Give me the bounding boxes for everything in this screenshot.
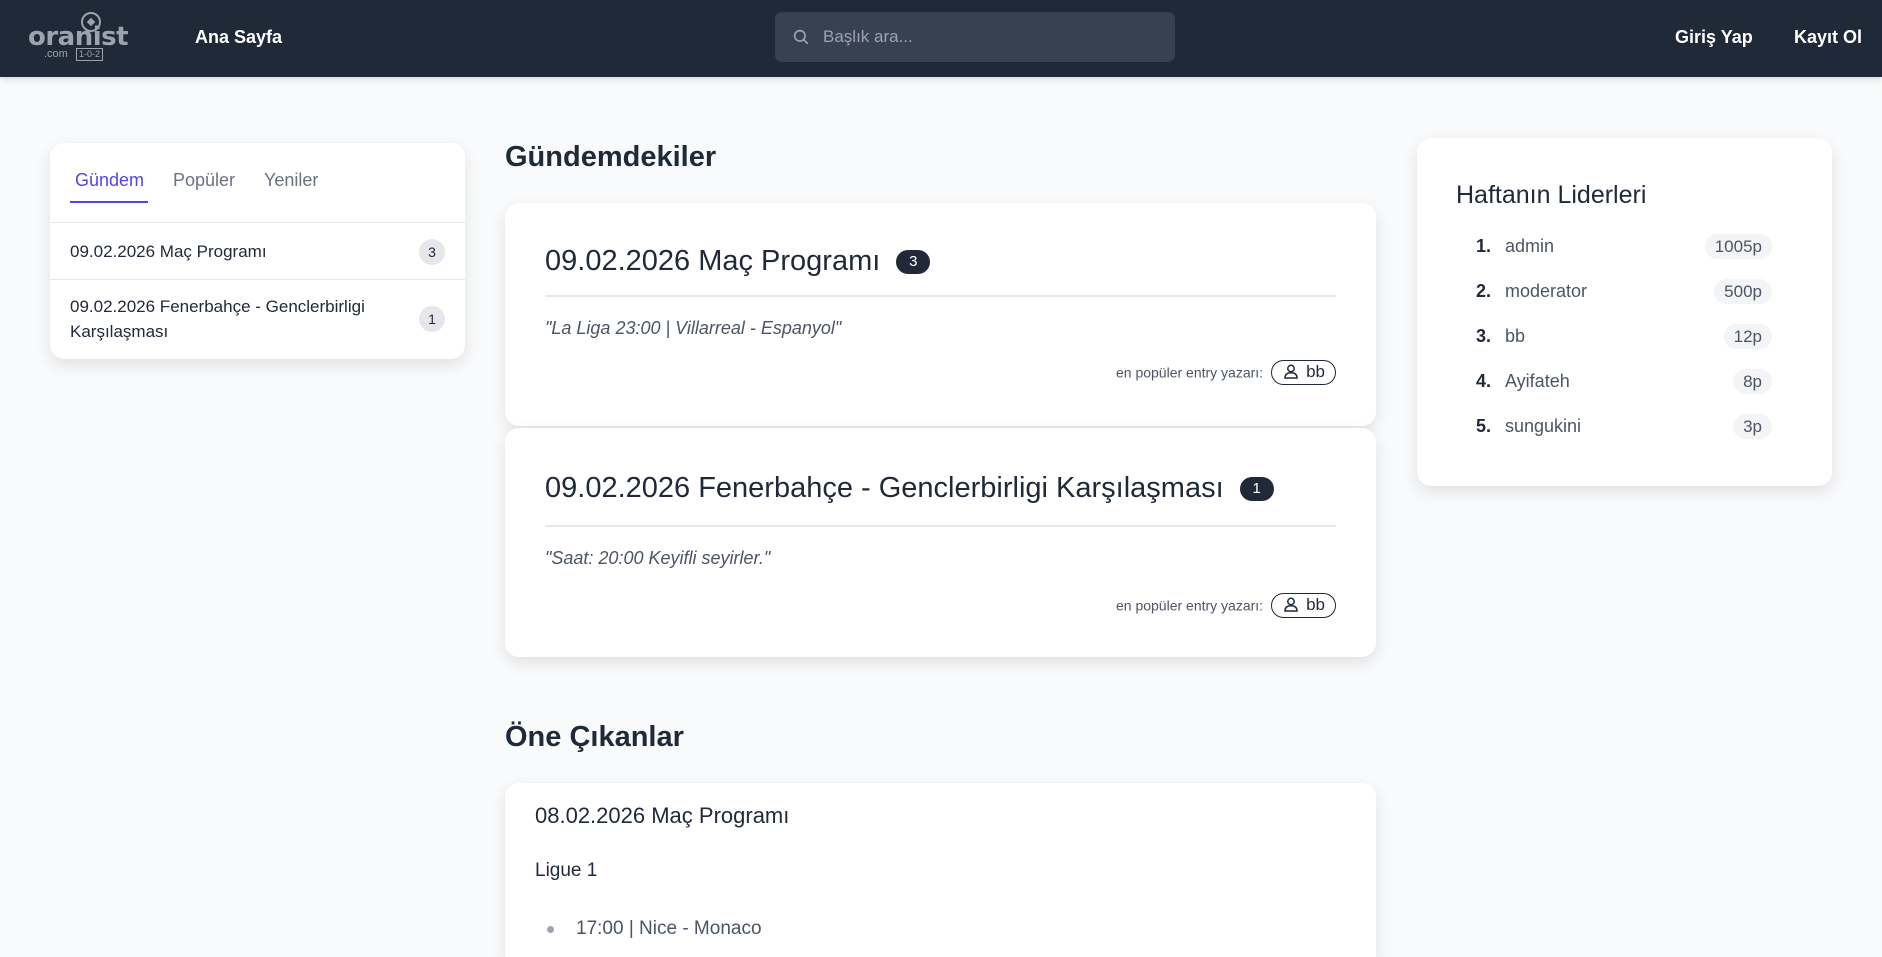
list-item-title: 09.02.2026 Fenerbahçe - Genclerbirligi K… (70, 297, 365, 341)
post-card[interactable]: 09.02.2026 Fenerbahçe - Genclerbirligi K… (505, 428, 1376, 657)
leader-points: 8p (1733, 369, 1772, 394)
post-quote: "Saat: 20:00 Keyifli seyirler." (545, 548, 771, 568)
leader-name[interactable]: bb (1505, 326, 1525, 347)
leader-row[interactable]: 1. admin 1005p (1417, 232, 1832, 262)
featured-card[interactable]: 08.02.2026 Maç Programı Ligue 1 17:00 | … (505, 783, 1376, 957)
post-title[interactable]: 09.02.2026 Fenerbahçe - Genclerbirligi K… (545, 472, 1274, 505)
nav-home-link[interactable]: Ana Sayfa (195, 27, 282, 48)
leader-rank: 4. (1476, 371, 1492, 391)
leader-name[interactable]: admin (1505, 236, 1554, 257)
entry-count-badge: 3 (896, 250, 931, 274)
bullet-icon (547, 926, 554, 933)
leaders-title: Haftanın Liderleri (1456, 181, 1647, 209)
leader-row[interactable]: 2. moderator 500p (1417, 277, 1832, 307)
leader-rank: 5. (1476, 416, 1492, 436)
popular-author: en popüler entry yazarı: bb (1116, 360, 1336, 385)
search-icon (793, 29, 809, 45)
entry-count-badge: 1 (1239, 477, 1274, 501)
featured-title[interactable]: 08.02.2026 Maç Programı (535, 803, 789, 829)
logo-domain: .com (44, 48, 68, 60)
search-input[interactable] (823, 12, 1163, 62)
featured-league: Ligue 1 (535, 860, 598, 881)
register-link[interactable]: Kayıt Ol (1794, 27, 1862, 48)
leader-rank: 3. (1476, 326, 1492, 346)
topics-sidebar: Gündem Popüler Yeniler 09.02.2026 Maç Pr… (50, 143, 465, 359)
leader-rank: 1. (1476, 236, 1492, 256)
search-box (775, 12, 1175, 62)
list-item-count: 1 (419, 306, 445, 332)
tab-populer[interactable]: Popüler (173, 170, 235, 191)
leader-name[interactable]: moderator (1505, 281, 1587, 302)
popular-author-label: en popüler entry yazarı: (1115, 364, 1264, 381)
author-name: bb (1306, 362, 1325, 381)
featured-match-item: 17:00 | Nice - Monaco (576, 918, 762, 939)
leader-row[interactable]: 3. bb 12p (1417, 322, 1832, 352)
list-item-title: 09.02.2026 Maç Programı (70, 242, 267, 261)
popular-author: en popüler entry yazarı: bb (1116, 593, 1336, 618)
leader-points: 12p (1723, 324, 1772, 349)
post-card[interactable]: 09.02.2026 Maç Programı 3 "La Liga 23:00 … (505, 203, 1376, 426)
leader-row[interactable]: 4. Ayifateh 8p (1417, 367, 1832, 397)
divider (545, 295, 1336, 297)
user-icon (1284, 597, 1298, 612)
topic-tabs: Gündem Popüler Yeniler (50, 143, 465, 223)
list-item[interactable]: 09.02.2026 Fenerbahçe - Genclerbirligi K… (50, 280, 465, 359)
author-pill[interactable]: bb (1271, 360, 1336, 385)
divider (545, 525, 1336, 527)
list-item[interactable]: 09.02.2026 Maç Programı 3 (50, 223, 465, 280)
weekly-leaders-card: Haftanın Liderleri 1. admin 1005p 2. mod… (1417, 138, 1832, 486)
login-link[interactable]: Giriş Yap (1675, 27, 1753, 48)
user-icon (1284, 364, 1298, 379)
post-title[interactable]: 09.02.2026 Maç Programı 3 (545, 245, 931, 278)
popular-author-label: en popüler entry yazarı: (1115, 597, 1264, 614)
section-title-gundemdekiler: Gündemdekiler (505, 141, 717, 173)
leader-points: 3p (1733, 414, 1772, 439)
logo-score: 1-0-2 (76, 48, 104, 61)
soccer-ball-icon (81, 12, 101, 32)
leader-row[interactable]: 5. sungukini 3p (1417, 412, 1832, 442)
leader-name[interactable]: sungukini (1505, 416, 1581, 437)
author-pill[interactable]: bb (1271, 593, 1336, 618)
post-title-text: 09.02.2026 Maç Programı (545, 245, 881, 277)
tab-gundem[interactable]: Gündem (75, 170, 144, 191)
top-navbar: oranist .com 1-0-2 Ana Sayfa Giriş Yap K… (0, 0, 1882, 77)
active-tab-indicator (70, 201, 148, 203)
leader-points: 1005p (1704, 234, 1772, 259)
post-quote: "La Liga 23:00 | Villarreal - Espanyol" (545, 318, 842, 338)
leader-rank: 2. (1476, 281, 1492, 301)
leader-points: 500p (1714, 279, 1772, 304)
tab-yeniler[interactable]: Yeniler (264, 170, 318, 191)
post-title-text: 09.02.2026 Fenerbahçe - Genclerbirligi K… (545, 472, 1224, 504)
leader-name[interactable]: Ayifateh (1505, 371, 1570, 392)
list-item-count: 3 (419, 239, 445, 265)
site-logo[interactable]: oranist .com 1-0-2 (28, 10, 129, 62)
author-name: bb (1306, 595, 1325, 614)
section-title-one-cikanlar: Öne Çıkanlar (505, 721, 684, 753)
